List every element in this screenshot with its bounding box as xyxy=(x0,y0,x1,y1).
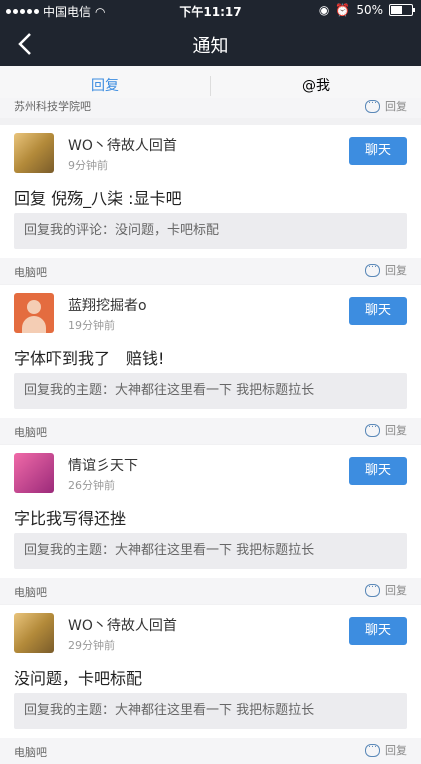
reply-label: 回复 xyxy=(385,264,407,277)
default-avatar-icon xyxy=(14,293,54,333)
reply-link[interactable]: 回复 xyxy=(365,740,407,758)
forum-name[interactable]: 苏州科技学院吧 xyxy=(14,98,91,114)
reply-link[interactable]: 回复 xyxy=(365,580,407,598)
battery-icon xyxy=(389,4,415,16)
avatar[interactable] xyxy=(14,133,54,173)
quoted-text[interactable]: 回复我的主题：大神都往这里看一下 我把标题拉长 xyxy=(14,533,407,569)
alarm-icon: ⏰ xyxy=(335,3,351,17)
forum-footer: 苏州科技学院吧 回复 xyxy=(0,96,421,118)
comment-icon xyxy=(365,260,380,277)
forum-name[interactable]: 电脑吧 xyxy=(14,264,47,280)
chat-button[interactable]: 聊天 xyxy=(349,457,407,485)
avatar-image xyxy=(14,453,54,493)
avatar[interactable] xyxy=(14,453,54,493)
chat-button[interactable]: 聊天 xyxy=(349,137,407,165)
avatar-image xyxy=(14,613,54,653)
notification-card[interactable]: 情谊彡天下 26分钟前 聊天 字比我写得还挫 回复我的主题：大神都往这里看一下 … xyxy=(0,445,421,592)
reply-link[interactable]: 回复 xyxy=(365,96,407,114)
timestamp: 9分钟前 xyxy=(68,159,108,172)
reply-content[interactable]: 字体吓到我了 赔钱! xyxy=(14,345,164,369)
lock-rotation-icon: ◉ xyxy=(318,3,330,17)
timestamp: 26分钟前 xyxy=(68,479,115,492)
reply-link[interactable]: 回复 xyxy=(365,420,407,438)
reply-label: 回复 xyxy=(385,424,407,437)
notification-card[interactable]: WO丶待故人回首 29分钟前 聊天 没问题，卡吧标配 回复我的主题：大神都往这里… xyxy=(0,605,421,752)
comment-icon xyxy=(365,420,380,437)
chat-button[interactable]: 聊天 xyxy=(349,617,407,645)
quoted-text[interactable]: 回复我的主题：大神都往这里看一下 我把标题拉长 xyxy=(14,693,407,729)
forum-footer: 电脑吧 回复 xyxy=(0,258,421,284)
forum-footer: 电脑吧 回复 xyxy=(0,738,421,764)
battery-percent: 50% xyxy=(356,3,383,17)
timestamp: 29分钟前 xyxy=(68,639,115,652)
reply-content[interactable]: 字比我写得还挫 xyxy=(14,505,126,529)
reply-content[interactable]: 没问题，卡吧标配 xyxy=(14,665,142,689)
page-title: 通知 xyxy=(192,36,229,57)
reply-label: 回复 xyxy=(385,744,407,757)
timestamp: 19分钟前 xyxy=(68,319,115,332)
navigation-bar: 通知 xyxy=(0,22,421,66)
reply-link[interactable]: 回复 xyxy=(365,260,407,278)
comment-icon xyxy=(365,96,380,113)
chat-button[interactable]: 聊天 xyxy=(349,297,407,325)
forum-name[interactable]: 电脑吧 xyxy=(14,424,47,440)
reply-content[interactable]: 回复 倪殇_八柒 :显卡吧 xyxy=(14,185,182,209)
avatar[interactable] xyxy=(14,613,54,653)
forum-footer: 电脑吧 回复 xyxy=(0,578,421,604)
avatar[interactable] xyxy=(14,293,54,333)
quoted-text[interactable]: 回复我的主题：大神都往这里看一下 我把标题拉长 xyxy=(14,373,407,409)
forum-name[interactable]: 电脑吧 xyxy=(14,584,47,600)
avatar-image xyxy=(14,133,54,173)
username[interactable]: WO丶待故人回首 xyxy=(68,615,177,635)
username[interactable]: WO丶待故人回首 xyxy=(68,135,177,155)
quoted-text[interactable]: 回复我的评论：没问题，卡吧标配 xyxy=(14,213,407,249)
username[interactable]: 蓝翔挖掘者o xyxy=(68,295,147,315)
reply-label: 回复 xyxy=(385,100,407,113)
comment-icon xyxy=(365,580,380,597)
forum-name[interactable]: 电脑吧 xyxy=(14,744,47,760)
forum-footer: 电脑吧 回复 xyxy=(0,418,421,444)
notification-card[interactable]: WO丶待故人回首 9分钟前 聊天 回复 倪殇_八柒 :显卡吧 回复我的评论：没问… xyxy=(0,125,421,272)
notification-card[interactable]: 蓝翔挖掘者o 19分钟前 聊天 字体吓到我了 赔钱! 回复我的主题：大神都往这里… xyxy=(0,285,421,432)
username[interactable]: 情谊彡天下 xyxy=(68,455,138,475)
status-bar: 中国电信 ◠ 下午11:17 ◉ ⏰ 50% xyxy=(0,0,421,22)
comment-icon xyxy=(365,740,380,757)
reply-label: 回复 xyxy=(385,584,407,597)
